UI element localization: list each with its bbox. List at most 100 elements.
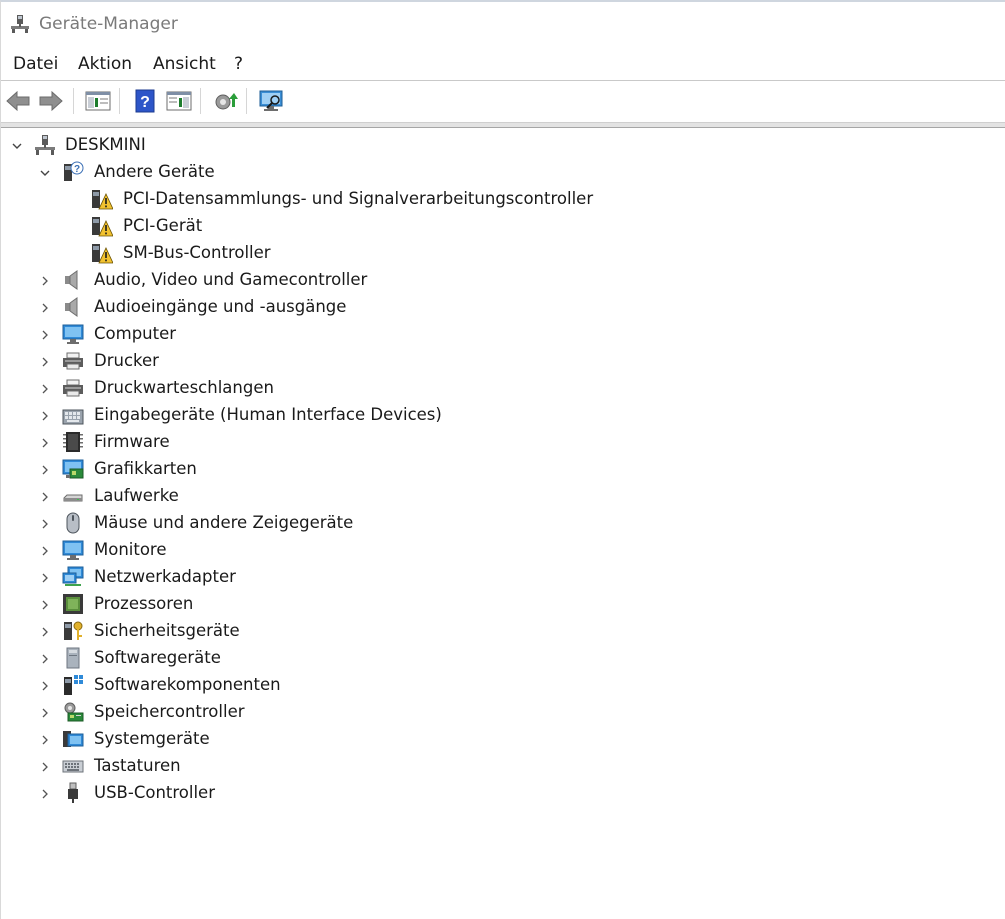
tree-device-item[interactable]: PCI-Gerät [1, 213, 401, 240]
tree-category-label: Drucker [94, 351, 159, 370]
chevron-down-icon[interactable] [11, 140, 23, 152]
tree-category-audio-io[interactable]: Audioeingänge und -ausgänge [1, 294, 501, 321]
tree-category-label: USB-Controller [94, 783, 215, 802]
chevron-right-icon[interactable] [39, 599, 51, 611]
forward-button[interactable] [37, 87, 65, 115]
speaker-icon [65, 297, 78, 317]
chevron-right-icon[interactable] [39, 545, 51, 557]
chevron-right-icon[interactable] [39, 734, 51, 746]
tree-category-storage-controllers[interactable]: Speichercontroller [1, 699, 501, 726]
tree-category-label: Netzwerkadapter [94, 567, 236, 586]
tree-category-graphics[interactable]: Grafikkarten [1, 456, 501, 483]
chevron-right-icon[interactable] [39, 707, 51, 719]
disk-drive-icon [63, 494, 83, 502]
device-manager-icon [11, 15, 29, 33]
tree-category-label: Softwaregeräte [94, 648, 221, 667]
tree-category-audio-video[interactable]: Audio, Video und Gamecontroller [1, 267, 501, 294]
chevron-right-icon[interactable] [39, 653, 51, 665]
software-device-icon [66, 647, 80, 669]
help-button[interactable]: ? [131, 87, 159, 115]
tree-category-label: Sicherheitsgeräte [94, 621, 240, 640]
svg-text:?: ? [140, 94, 150, 111]
tree-category-label: Monitore [94, 540, 167, 559]
scan-hardware-button[interactable] [258, 87, 286, 115]
printer-icon [63, 352, 83, 370]
menu-help[interactable]: ? [232, 54, 245, 74]
processor-icon [63, 594, 83, 614]
speaker-icon [65, 270, 78, 290]
tree-category-security[interactable]: Sicherheitsgeräte [1, 618, 501, 645]
tree-root-label: DESKMINI [65, 135, 146, 154]
tree-category-label: Tastaturen [94, 756, 181, 775]
tree-category-other-devices[interactable]: ? Andere Geräte [1, 159, 401, 186]
tree-category-label: Mäuse und andere Zeigegeräte [94, 513, 354, 532]
tree-category-printers[interactable]: Drucker [1, 348, 501, 375]
warning-device-icon [92, 190, 113, 210]
update-driver-button[interactable] [211, 87, 239, 115]
network-adapter-icon [62, 566, 84, 586]
keyboard-icon [62, 760, 84, 773]
tree-category-print-queues[interactable]: Druckwarteschlangen [1, 375, 501, 402]
tree-category-software-devices[interactable]: Softwaregeräte [1, 645, 501, 672]
chevron-right-icon[interactable] [39, 626, 51, 638]
software-component-icon [64, 675, 83, 695]
tree-root[interactable]: DESKMINI [1, 132, 401, 159]
back-button[interactable] [4, 87, 32, 115]
tree-category-processors[interactable]: Prozessoren [1, 591, 501, 618]
tree-category-label: Andere Geräte [94, 162, 215, 181]
tree-category-keyboards[interactable]: Tastaturen [1, 753, 501, 780]
chevron-right-icon[interactable] [39, 383, 51, 395]
tree-category-mice[interactable]: Mäuse und andere Zeigegeräte [1, 510, 501, 537]
menu-datei[interactable]: Datei [11, 54, 60, 74]
tree-category-software-components[interactable]: Softwarekomponenten [1, 672, 501, 699]
system-device-icon [63, 731, 84, 747]
tree-category-label: Laufwerke [94, 486, 179, 505]
device-manager-window: Geräte-Manager Datei Aktion Ansicht ? ? … [0, 0, 1005, 919]
console-tree-icon [85, 91, 111, 111]
chevron-right-icon[interactable] [39, 410, 51, 422]
chevron-right-icon[interactable] [39, 437, 51, 449]
tree-category-drives[interactable]: Laufwerke [1, 483, 501, 510]
chevron-right-icon[interactable] [39, 572, 51, 584]
tree-category-network[interactable]: Netzwerkadapter [1, 564, 501, 591]
tree-category-firmware[interactable]: Firmware [1, 429, 501, 456]
tree-category-label: Audio, Video und Gamecontroller [94, 270, 368, 289]
toolbar-separator [73, 88, 74, 114]
chevron-right-icon[interactable] [39, 356, 51, 368]
chevron-right-icon[interactable] [39, 680, 51, 692]
toolbar: ? [1, 82, 1005, 120]
menu-ansicht[interactable]: Ansicht [151, 54, 218, 74]
chevron-right-icon[interactable] [39, 464, 51, 476]
action-pane-button[interactable] [165, 87, 193, 115]
tree-category-usb[interactable]: USB-Controller [1, 780, 501, 807]
chevron-right-icon[interactable] [39, 275, 51, 287]
toolbar-border [1, 122, 1005, 128]
security-key-icon [64, 621, 83, 640]
chevron-right-icon[interactable] [39, 761, 51, 773]
chevron-down-icon[interactable] [39, 167, 51, 179]
title-bar: Geräte-Manager [1, 2, 1005, 46]
chevron-right-icon[interactable] [39, 302, 51, 314]
tree-category-hid[interactable]: Eingabegeräte (Human Interface Devices) [1, 402, 501, 429]
warning-device-icon [92, 217, 113, 237]
menu-aktion[interactable]: Aktion [76, 54, 134, 74]
show-hide-console-tree-button[interactable] [84, 87, 112, 115]
printer-icon [63, 379, 83, 397]
usb-plug-icon [68, 782, 78, 803]
tree-category-monitors[interactable]: Monitore [1, 537, 501, 564]
toolbar-separator [119, 88, 120, 114]
tree-device-item[interactable]: PCI-Datensammlungs- und Signalverarbeitu… [1, 186, 701, 213]
chevron-right-icon[interactable] [39, 491, 51, 503]
chevron-right-icon[interactable] [39, 788, 51, 800]
menu-divider [1, 80, 1005, 81]
help-icon: ? [135, 89, 155, 113]
tree-category-label: Grafikkarten [94, 459, 197, 478]
chevron-right-icon[interactable] [39, 329, 51, 341]
tree-category-computer[interactable]: Computer [1, 321, 501, 348]
tree-category-system-devices[interactable]: Systemgeräte [1, 726, 501, 753]
display-adapter-icon [62, 459, 84, 479]
tree-device-item[interactable]: SM-Bus-Controller [1, 240, 401, 267]
window-title: Geräte-Manager [39, 14, 178, 34]
chevron-right-icon[interactable] [39, 518, 51, 530]
computer-tower-icon [35, 135, 55, 155]
